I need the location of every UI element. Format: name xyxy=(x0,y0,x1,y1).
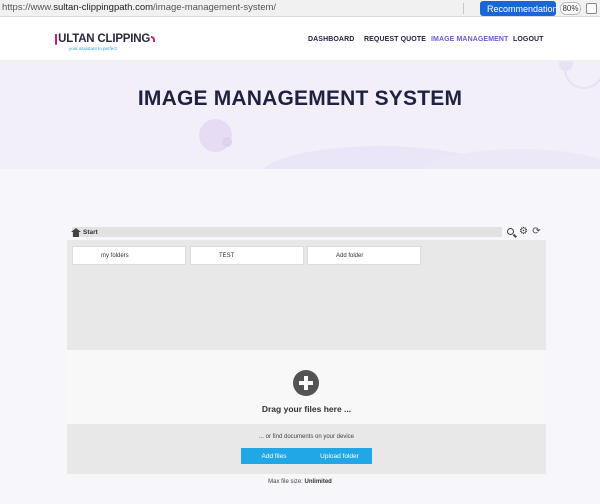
refresh-icon[interactable]: ⟳ xyxy=(531,226,542,237)
max-size-value: Unlimited xyxy=(304,479,332,485)
upload-area: ... or find documents on your device Add… xyxy=(67,424,546,474)
page-title: IMAGE MANAGEMENT SYSTEM xyxy=(137,87,463,110)
site-header: ULTAN CLIPPING your assistant to perfect… xyxy=(0,17,600,61)
extension-icon[interactable] xyxy=(586,3,597,14)
address-bar[interactable]: https://www.sultan-clippingpath.com/imag… xyxy=(2,2,276,13)
toolbar-divider xyxy=(463,3,464,14)
recommendation-button[interactable]: Recommendation xyxy=(480,1,558,16)
nav-dashboard[interactable]: DASHBOARD xyxy=(308,36,354,43)
drop-zone[interactable]: Drag your files here ... xyxy=(67,350,546,424)
hero-circle-decoration xyxy=(199,119,232,152)
upload-folder-button[interactable]: Upload folder xyxy=(307,448,372,464)
breadcrumb-start[interactable]: Start xyxy=(83,229,98,236)
max-file-size: Max file size: Unlimited xyxy=(0,479,600,485)
add-files-button[interactable]: Add files xyxy=(241,448,307,464)
search-icon[interactable] xyxy=(505,226,516,237)
location-pin-icon xyxy=(481,5,487,12)
zoom-level[interactable]: 80% xyxy=(560,2,581,15)
main-nav: DASHBOARD REQUEST QUOTE IMAGE MANAGEMENT… xyxy=(0,17,600,61)
folder-label: TEST xyxy=(219,252,235,259)
find-documents-text: ... or find documents on your device xyxy=(258,434,355,440)
folder-label: my folders xyxy=(101,252,129,259)
url-path: /image-management-system/ xyxy=(153,2,277,13)
nav-image-management[interactable]: IMAGE MANAGEMENT xyxy=(431,36,508,43)
gear-icon[interactable]: ⚙ xyxy=(518,226,529,237)
folder-my-folders[interactable]: my folders xyxy=(72,246,186,265)
folder-test[interactable]: TEST xyxy=(190,246,304,265)
home-icon[interactable] xyxy=(71,227,81,237)
hero-circle-decoration xyxy=(222,137,232,147)
url-prefix: https://www. xyxy=(2,2,54,13)
browser-bar: https://www.sultan-clippingpath.com/imag… xyxy=(0,0,600,17)
nav-request-quote[interactable]: REQUEST QUOTE xyxy=(364,36,426,43)
add-folder-button[interactable]: Add folder xyxy=(307,246,421,265)
nav-logout[interactable]: LOGOUT xyxy=(513,36,544,43)
breadcrumb[interactable]: Start xyxy=(71,227,502,237)
max-size-label: Max file size: xyxy=(268,479,303,485)
hero-banner: IMAGE MANAGEMENT SYSTEM xyxy=(0,61,600,169)
folder-label: Add folder xyxy=(336,252,364,259)
plus-circle-icon[interactable] xyxy=(293,370,319,396)
file-manager-toolbar: Start ⚙ ⟳ xyxy=(67,224,546,240)
folder-grid: my folders TEST Add folder xyxy=(67,240,546,350)
recommendation-label: Recommendation xyxy=(487,3,558,14)
url-host: sultan-clippingpath.com xyxy=(53,2,154,13)
drag-files-text: Drag your files here ... xyxy=(261,404,352,414)
